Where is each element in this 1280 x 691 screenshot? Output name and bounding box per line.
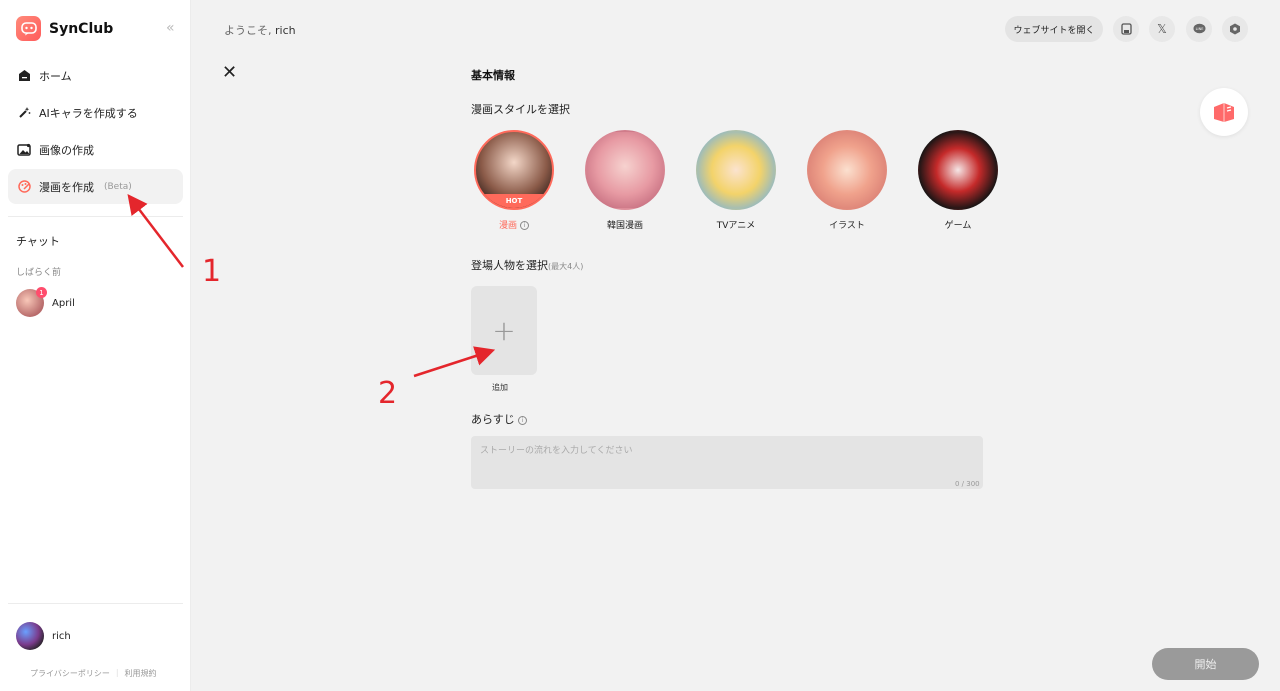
sidebar-item-label: 漫画を作成 xyxy=(39,180,94,194)
style-label: 漫画スタイルを選択 xyxy=(471,103,570,116)
save-icon[interactable] xyxy=(1113,16,1139,42)
sidebar-item-create-ai-character[interactable]: AIキャラを作成する xyxy=(8,95,183,130)
style-thumbnail xyxy=(585,130,665,210)
separator: | xyxy=(115,668,119,677)
magic-wand-icon xyxy=(17,106,31,120)
start-button[interactable]: 開始 xyxy=(1152,648,1259,680)
divider xyxy=(8,216,183,217)
user-profile[interactable]: rich xyxy=(16,622,71,650)
terms-link[interactable]: 利用規約 xyxy=(125,668,157,679)
annotation-arrows xyxy=(127,194,496,378)
style-option-tv-anime[interactable]: TVアニメ xyxy=(693,130,779,231)
plot-input[interactable] xyxy=(471,436,983,489)
style-thumbnail xyxy=(807,130,887,210)
hot-badge: HOT xyxy=(476,194,552,208)
style-option-illustration[interactable]: イラスト xyxy=(804,130,890,231)
footer-links: プライバシーポリシー | 利用規約 xyxy=(30,668,157,679)
character-count: 0 / 300 xyxy=(955,480,980,488)
annotation-2: 2 xyxy=(378,376,398,411)
palette-icon xyxy=(17,180,31,194)
discord-icon[interactable] xyxy=(1222,16,1248,42)
sidebar-nav: ホーム AIキャラを作成する 画像の作成 漫画を作成 (Beta) xyxy=(8,58,183,206)
sidebar-item-create-manga[interactable]: 漫画を作成 (Beta) xyxy=(8,169,183,204)
sidebar-item-home[interactable]: ホーム xyxy=(8,58,183,93)
info-icon[interactable]: i xyxy=(517,415,527,425)
divider xyxy=(8,603,183,604)
style-thumbnail xyxy=(696,130,776,210)
style-name: TVアニメ xyxy=(716,221,756,231)
style-thumbnail: HOT xyxy=(474,130,554,210)
beta-tag: (Beta) xyxy=(104,181,132,192)
image-icon xyxy=(17,143,31,157)
sidebar-item-label: ホーム xyxy=(39,69,72,83)
sidebar-item-label: 画像の作成 xyxy=(39,143,94,157)
welcome-text: ようこそ, rich xyxy=(224,22,296,38)
character-label: 登場人物を選択(最大4人) xyxy=(471,257,583,273)
avatar xyxy=(16,622,44,650)
plot-label: あらすじ i xyxy=(471,411,527,427)
style-thumbnail xyxy=(918,130,998,210)
character-label-text: 登場人物を選択 xyxy=(471,259,548,272)
style-name-text: 漫画 xyxy=(498,221,517,231)
home-icon xyxy=(17,69,31,83)
manga-book-icon[interactable] xyxy=(1200,88,1248,136)
sidebar-item-create-image[interactable]: 画像の作成 xyxy=(8,132,183,167)
add-character-button[interactable]: + xyxy=(471,286,537,375)
style-option-korean-manga[interactable]: 韓国漫画 xyxy=(582,130,668,231)
plot-label-text: あらすじ xyxy=(471,413,515,426)
brand-name: SynClub xyxy=(49,20,114,37)
plus-icon: + xyxy=(492,314,516,347)
line-icon[interactable]: LINE xyxy=(1186,16,1212,42)
svg-text:LINE: LINE xyxy=(1195,27,1203,31)
sidebar-item-label: AIキャラを作成する xyxy=(39,106,138,120)
privacy-link[interactable]: プライバシーポリシー xyxy=(30,668,110,679)
style-options: HOT 漫画 i 韓国漫画 TVアニメ イラスト ゲーム xyxy=(471,130,1001,231)
chat-item-april[interactable]: 1 April xyxy=(16,287,75,317)
style-option-game[interactable]: ゲーム xyxy=(915,130,1001,231)
style-option-manga[interactable]: HOT 漫画 i xyxy=(471,130,557,231)
x-twitter-icon[interactable]: 𝕏 xyxy=(1149,16,1175,42)
collapse-sidebar-icon[interactable]: « xyxy=(166,20,175,36)
avatar: 1 xyxy=(16,287,47,317)
add-label: 追加 xyxy=(492,383,508,392)
style-name: 漫画 i xyxy=(471,218,557,231)
welcome-label: ようこそ, xyxy=(224,24,272,37)
user-name: rich xyxy=(52,630,71,642)
style-name: イラスト xyxy=(829,221,865,231)
chat-recent-label: しばらく前 xyxy=(16,268,62,278)
open-website-button[interactable]: ウェブサイトを開く xyxy=(1005,16,1103,42)
brand[interactable]: SynClub xyxy=(16,16,113,41)
info-icon[interactable]: i xyxy=(520,221,529,230)
synclub-logo-icon xyxy=(16,16,41,41)
sidebar: SynClub « ホーム AIキャラを作成する 画像の作成 漫画を作成 (Be… xyxy=(0,0,191,691)
character-hint: (最大4人) xyxy=(548,262,584,271)
chat-section-title: チャット xyxy=(16,235,60,248)
welcome-user: rich xyxy=(275,24,296,37)
chat-name: April xyxy=(52,297,75,309)
style-name: 韓国漫画 xyxy=(606,221,643,231)
style-name: ゲーム xyxy=(944,221,972,231)
basic-info-title: 基本情報 xyxy=(471,69,515,82)
unread-badge: 1 xyxy=(36,287,47,298)
annotation-1: 1 xyxy=(202,254,222,289)
close-icon[interactable]: ✕ xyxy=(222,64,237,82)
